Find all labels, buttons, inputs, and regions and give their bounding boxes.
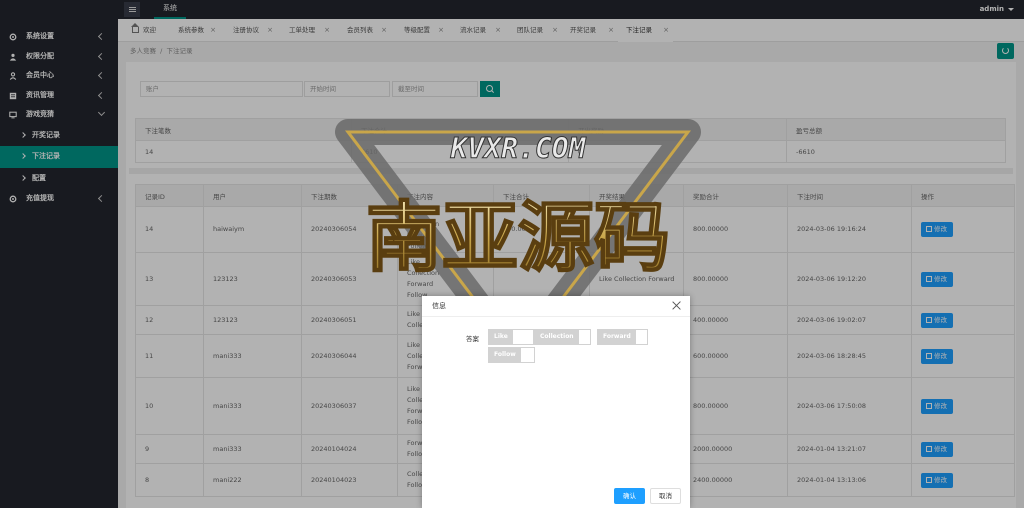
option-forward-checkbox[interactable]: Forward <box>597 329 648 345</box>
option-label: Like <box>489 330 513 344</box>
option-follow-checkbox[interactable]: Follow <box>488 347 535 363</box>
option-label: Forward <box>598 330 636 344</box>
option-label: Follow <box>489 348 521 362</box>
option-collection-checkbox[interactable]: Collection <box>534 329 591 345</box>
confirm-button[interactable]: 确认 <box>614 488 645 504</box>
watermark-title: 南亚源码 <box>366 193 670 282</box>
cancel-button[interactable]: 取消 <box>650 488 681 504</box>
answer-label: 答案 <box>466 335 479 343</box>
option-like-checkbox[interactable]: Like <box>488 329 534 345</box>
close-icon[interactable] <box>672 301 681 310</box>
info-dialog: 信息 答案 Like Collection Forward Follow 确认 … <box>422 296 690 508</box>
watermark-domain: KVXR.COM <box>450 132 587 165</box>
option-label: Collection <box>535 330 579 344</box>
dialog-title: 信息 <box>422 296 690 317</box>
